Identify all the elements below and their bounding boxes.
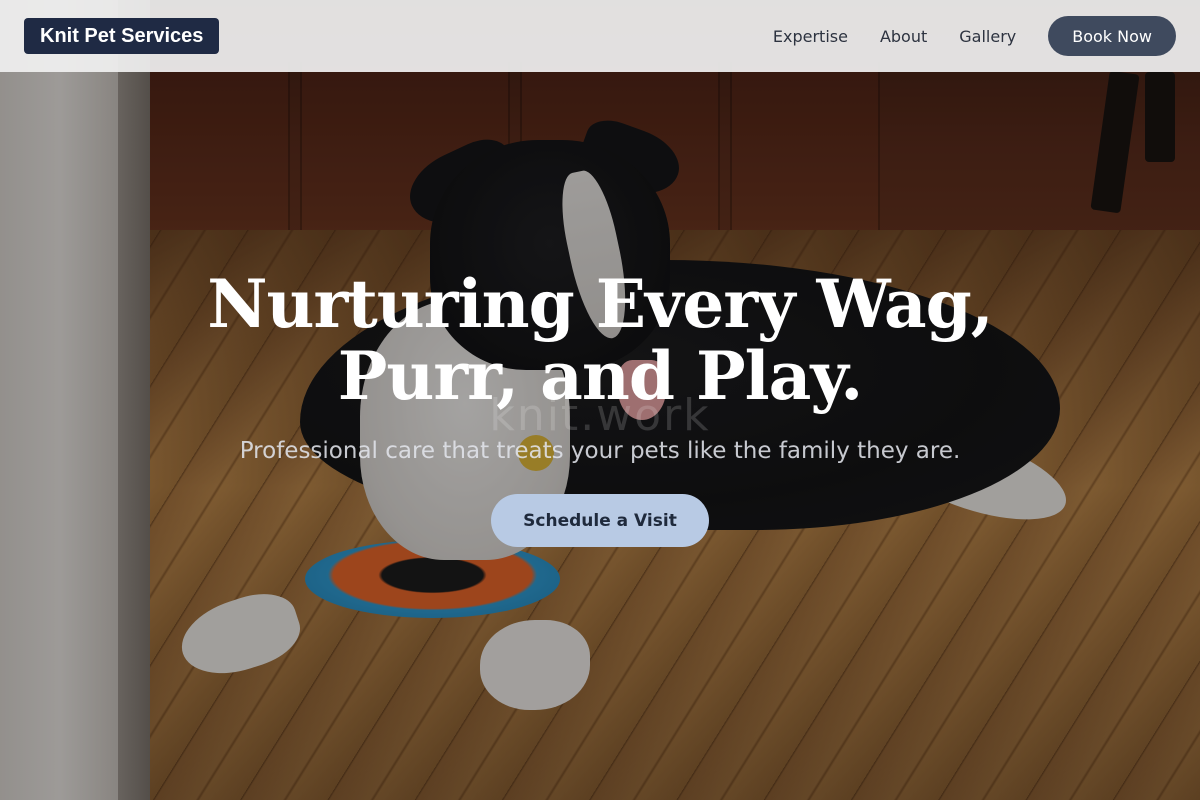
nav-link-expertise[interactable]: Expertise — [773, 27, 848, 46]
nav-link-about[interactable]: About — [880, 27, 927, 46]
brand-logo[interactable]: Knit Pet Services — [24, 18, 220, 54]
nav-link-gallery[interactable]: Gallery — [959, 27, 1016, 46]
hero-subtitle: Professional care that treats your pets … — [239, 438, 961, 464]
nav-links: Expertise About Gallery Book Now — [773, 16, 1176, 56]
hero-title-line-2: Purr, and Play. — [337, 337, 863, 415]
hero-title: Nurturing Every Wag, Purr, and Play. — [0, 268, 1200, 412]
schedule-visit-button[interactable]: Schedule a Visit — [491, 494, 709, 547]
hero-content: Nurturing Every Wag, Purr, and Play. Pro… — [0, 268, 1200, 547]
navbar: Knit Pet Services Expertise About Galler… — [0, 0, 1200, 72]
book-now-button[interactable]: Book Now — [1048, 16, 1176, 56]
hero-title-line-1: Nurturing Every Wag, — [207, 265, 994, 343]
hero-section: knit.work Nurturing Every Wag, Purr, and… — [0, 0, 1200, 800]
